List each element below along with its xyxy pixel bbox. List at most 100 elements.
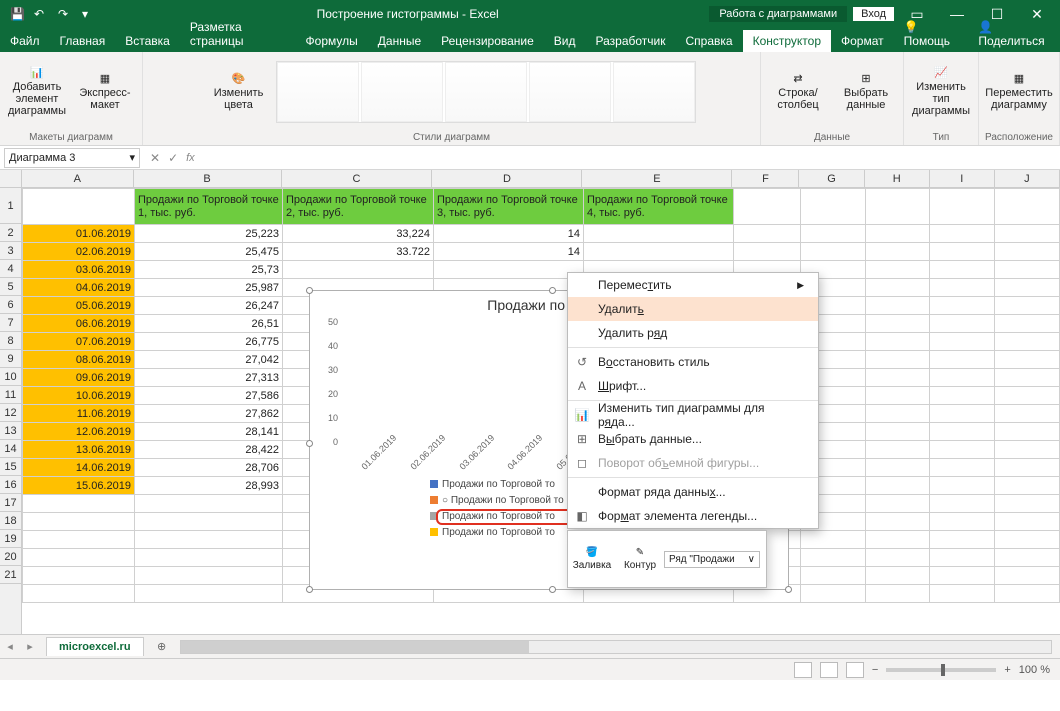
row-header[interactable]: 13	[0, 422, 21, 440]
col-header[interactable]: D	[432, 170, 582, 187]
ctx-Шрифт...[interactable]: AШрифт...	[568, 374, 818, 398]
change-chart-type-button[interactable]: 📈 Изменить тип диаграммы	[910, 67, 972, 117]
header-cell[interactable]: Продажи по Торговой точке 3, тыс. руб.	[433, 189, 583, 225]
cell[interactable]	[865, 279, 930, 297]
cell[interactable]	[583, 243, 733, 261]
cell[interactable]	[865, 315, 930, 333]
fill-button[interactable]: 🪣 Заливка	[568, 547, 616, 571]
cell[interactable]	[800, 243, 865, 261]
header-cell[interactable]: Продажи по Торговой точке 1, тыс. руб.	[134, 189, 282, 225]
cell[interactable]: 03.06.2019	[23, 261, 135, 279]
ctx-Восстановить стиль[interactable]: ↺Восстановить стиль	[568, 350, 818, 374]
row-header[interactable]: 14	[0, 440, 21, 458]
series-select[interactable]: Ряд "Продажи ∨	[664, 551, 760, 568]
cell[interactable]: 27,042	[134, 351, 282, 369]
cell[interactable]	[930, 405, 995, 423]
change-colors-button[interactable]: 🎨 Изменить цвета	[208, 73, 270, 111]
cell[interactable]: 26,247	[134, 297, 282, 315]
cell[interactable]: 09.06.2019	[23, 369, 135, 387]
cell[interactable]	[930, 459, 995, 477]
row-header[interactable]: 2	[0, 224, 21, 242]
cell[interactable]	[865, 351, 930, 369]
cell[interactable]: 06.06.2019	[23, 315, 135, 333]
row-header[interactable]: 18	[0, 512, 21, 530]
col-header[interactable]: B	[134, 170, 282, 187]
add-chart-element-button[interactable]: 📊 Добавить элемент диаграммы	[6, 67, 68, 117]
row-header[interactable]: 3	[0, 242, 21, 260]
row-header[interactable]: 19	[0, 530, 21, 548]
horizontal-scrollbar[interactable]	[180, 640, 1052, 654]
row-header[interactable]: 4	[0, 260, 21, 278]
cell[interactable]: 28,993	[134, 477, 282, 495]
cell[interactable]	[930, 423, 995, 441]
chevron-down-icon[interactable]: ▾	[129, 151, 135, 164]
ctx-Удалить ряд[interactable]: Удалить ряд	[568, 321, 818, 345]
cell[interactable]: 25,475	[134, 243, 282, 261]
cell[interactable]	[995, 405, 1060, 423]
cell[interactable]	[930, 297, 995, 315]
cell[interactable]	[995, 243, 1060, 261]
cell[interactable]: 14	[433, 225, 583, 243]
tab-Данные[interactable]: Данные	[368, 30, 431, 52]
row-header[interactable]: 8	[0, 332, 21, 350]
cell[interactable]	[930, 333, 995, 351]
cell[interactable]	[865, 423, 930, 441]
style-thumb[interactable]	[613, 62, 695, 122]
cell[interactable]: 12.06.2019	[23, 423, 135, 441]
cell[interactable]	[995, 261, 1060, 279]
normal-view-icon[interactable]	[794, 662, 812, 678]
cell[interactable]: 25,73	[134, 261, 282, 279]
ctx-Переместить[interactable]: Переместить▶	[568, 273, 818, 297]
cell[interactable]: 25,223	[134, 225, 282, 243]
cell[interactable]: 07.06.2019	[23, 333, 135, 351]
cell[interactable]	[995, 387, 1060, 405]
cell[interactable]	[930, 441, 995, 459]
cell[interactable]: 11.06.2019	[23, 405, 135, 423]
row-header[interactable]: 7	[0, 314, 21, 332]
tab-nav-next-icon[interactable]: ▸	[20, 640, 40, 653]
cell[interactable]: 27,313	[134, 369, 282, 387]
tab-Вставка[interactable]: Вставка	[115, 30, 180, 52]
cell[interactable]: 10.06.2019	[23, 387, 135, 405]
row-header[interactable]: 9	[0, 350, 21, 368]
tab-Разметка страницы[interactable]: Разметка страницы	[180, 16, 296, 52]
row-header[interactable]: 16	[0, 476, 21, 494]
cell[interactable]	[800, 225, 865, 243]
cell[interactable]	[865, 387, 930, 405]
style-thumb[interactable]	[529, 62, 611, 122]
ctx-Выбрать данные...[interactable]: ⊞Выбрать данные...	[568, 427, 818, 451]
row-header[interactable]: 20	[0, 548, 21, 566]
name-box[interactable]: Диаграмма 3 ▾	[4, 148, 140, 168]
cell[interactable]: 08.06.2019	[23, 351, 135, 369]
cell[interactable]: 05.06.2019	[23, 297, 135, 315]
cell[interactable]	[930, 369, 995, 387]
cell[interactable]	[865, 441, 930, 459]
cell[interactable]	[865, 243, 930, 261]
sheet-tab[interactable]: microexcel.ru	[46, 637, 144, 656]
tab-Конструктор[interactable]: Конструктор	[743, 30, 831, 52]
cell[interactable]	[930, 387, 995, 405]
col-header[interactable]: F	[732, 170, 799, 187]
zoom-level[interactable]: 100 %	[1019, 664, 1050, 676]
page-layout-view-icon[interactable]	[820, 662, 838, 678]
cell[interactable]	[995, 297, 1060, 315]
redo-icon[interactable]: ↷	[58, 7, 72, 21]
tab-Формулы[interactable]: Формулы	[296, 30, 368, 52]
tab-Файл[interactable]: Файл	[0, 30, 50, 52]
cell[interactable]: 28,141	[134, 423, 282, 441]
ctx-Формат элемента легенды...[interactable]: ◧Формат элемента легенды...	[568, 504, 818, 528]
cell[interactable]: 02.06.2019	[23, 243, 135, 261]
add-sheet-icon[interactable]: ⊕	[152, 640, 172, 653]
col-header[interactable]: I	[930, 170, 995, 187]
cell[interactable]	[865, 297, 930, 315]
tab-Формат[interactable]: Формат	[831, 30, 894, 52]
cell[interactable]	[865, 369, 930, 387]
zoom-out-icon[interactable]: −	[872, 664, 878, 676]
tab-Справка[interactable]: Справка	[676, 30, 743, 52]
cell[interactable]	[583, 225, 733, 243]
cell[interactable]: 33,224	[283, 225, 434, 243]
tab-Помощь[interactable]: 💡 Помощь	[894, 16, 969, 52]
cell[interactable]	[930, 225, 995, 243]
qat-more-icon[interactable]: ▾	[82, 7, 96, 21]
ctx-Формат ряда данных...[interactable]: Формат ряда данных...	[568, 480, 818, 504]
